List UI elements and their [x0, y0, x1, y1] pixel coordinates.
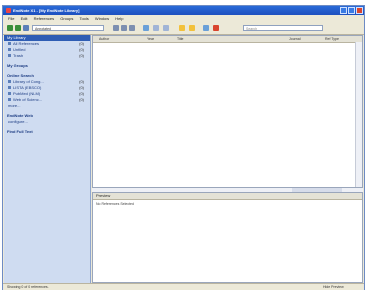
help-icon[interactable]	[213, 25, 219, 31]
column-ref-type[interactable]: Ref Type	[325, 37, 339, 41]
web-icon[interactable]	[203, 25, 209, 31]
find-icon[interactable]	[143, 25, 149, 31]
app-icon	[6, 8, 11, 13]
section-find-full-text[interactable]: Find Full Text	[4, 128, 90, 135]
section-online-search[interactable]: Online Search	[4, 72, 90, 79]
attach-icon[interactable]	[189, 25, 195, 31]
export-icon[interactable]	[163, 25, 169, 31]
window-title: EndNote X1 - [My EndNote Library]	[13, 8, 80, 13]
menu-groups[interactable]: Groups	[60, 16, 73, 21]
section-endnote-web[interactable]: EndNote Web	[4, 112, 90, 119]
menu-edit[interactable]: Edit	[21, 16, 28, 21]
preview-pane: Preview No References Selected	[92, 192, 363, 283]
toolbar: Annotated Search	[3, 22, 364, 35]
folder-icon	[8, 42, 11, 46]
folder-icon[interactable]	[179, 25, 185, 31]
style-select[interactable]: Annotated	[32, 25, 104, 31]
trash-icon	[8, 54, 11, 58]
column-journal[interactable]: Journal	[289, 37, 300, 41]
library-icon[interactable]	[23, 25, 29, 31]
globe-icon	[8, 80, 11, 84]
sidebar-item-trash[interactable]: Trash (0)	[4, 53, 90, 59]
menu-tools[interactable]: Tools	[79, 16, 88, 21]
globe-icon	[8, 86, 11, 90]
back-icon[interactable]	[7, 25, 13, 31]
menu-references[interactable]: References	[34, 16, 54, 21]
quick-search-input[interactable]: Search	[243, 25, 323, 31]
globe-icon	[8, 98, 11, 102]
sidebar-item-online-more[interactable]: more...	[4, 103, 90, 109]
import-icon[interactable]	[153, 25, 159, 31]
groups-pane: My Library All References (0) Unfiled (0) …	[4, 35, 91, 283]
menu-help[interactable]: Help	[115, 16, 123, 21]
minimize-button[interactable]	[340, 7, 347, 14]
folder-icon	[8, 48, 11, 52]
reference-list[interactable]: Author Year Title Journal Ref Type	[92, 35, 363, 188]
status-bar: Showing 0 of 0 references. Hide Preview	[3, 283, 364, 290]
vertical-scrollbar[interactable]	[355, 42, 362, 187]
column-year[interactable]: Year	[147, 37, 154, 41]
section-my-groups[interactable]: My Groups	[4, 62, 90, 69]
title-bar: EndNote X1 - [My EndNote Library]	[3, 6, 364, 15]
menu-window[interactable]: Window	[95, 16, 109, 21]
open-reference-icon[interactable]	[121, 25, 127, 31]
copy-icon[interactable]	[129, 25, 135, 31]
column-header-row: Author Year Title Journal Ref Type	[93, 36, 362, 43]
column-author[interactable]: Author	[99, 37, 109, 41]
sidebar-item-configure[interactable]: configure...	[4, 119, 90, 125]
preview-tab[interactable]: Preview	[93, 193, 362, 200]
globe-icon	[8, 92, 11, 96]
menu-file[interactable]: File	[8, 16, 14, 21]
preview-text: No References Selected	[96, 202, 134, 206]
status-text: Showing 0 of 0 references.	[7, 285, 49, 289]
maximize-button[interactable]	[348, 7, 355, 14]
column-title[interactable]: Title	[177, 37, 183, 41]
menu-bar: File Edit References Groups Tools Window…	[3, 15, 364, 22]
hide-preview-button[interactable]: Hide Preview	[323, 285, 344, 289]
app-window: EndNote X1 - [My EndNote Library] File E…	[2, 5, 365, 290]
forward-icon[interactable]	[15, 25, 21, 31]
new-reference-icon[interactable]	[113, 25, 119, 31]
close-button[interactable]	[356, 7, 363, 14]
